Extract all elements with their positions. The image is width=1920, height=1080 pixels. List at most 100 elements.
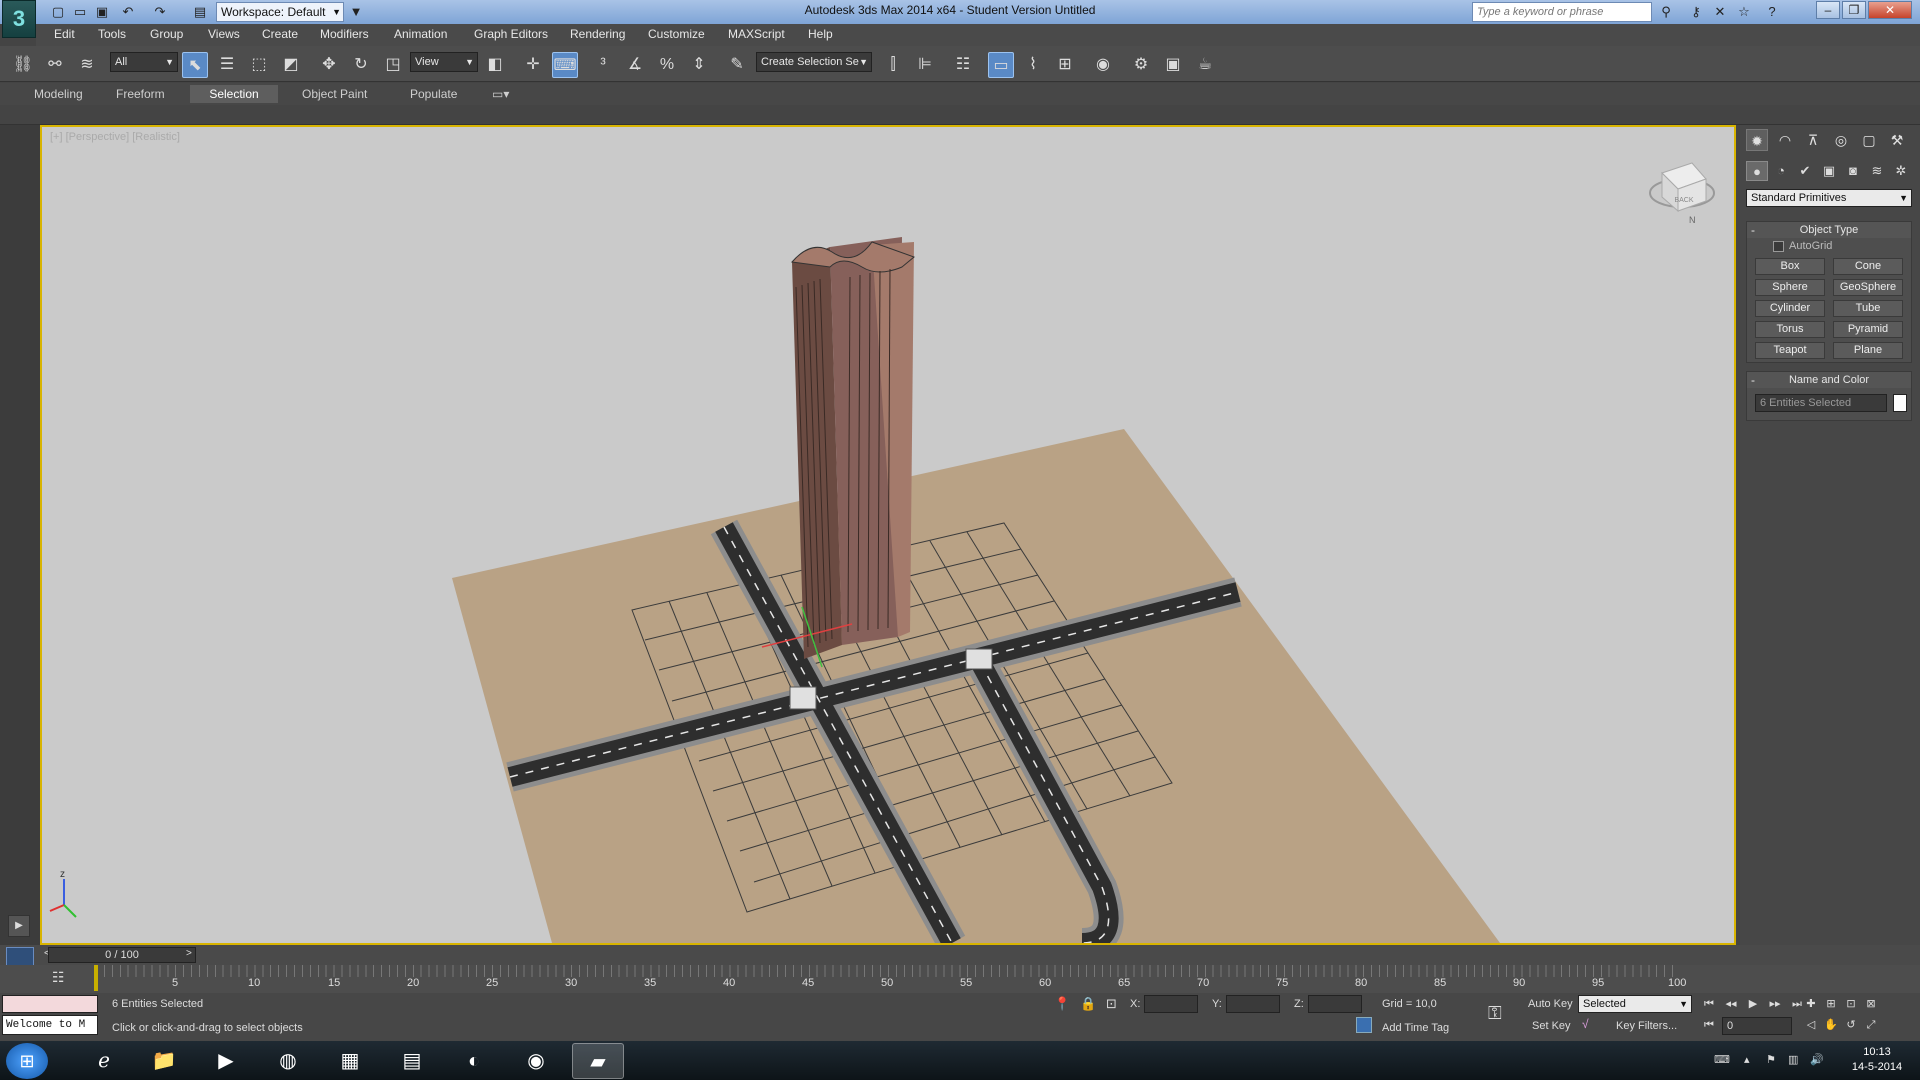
pan-view-icon[interactable]: ✋	[1822, 1017, 1840, 1033]
time-tag-icon[interactable]	[1356, 1017, 1372, 1033]
spinner-snap-icon[interactable]: ⇕	[686, 52, 712, 78]
tab-motion-icon[interactable]: ◎	[1830, 129, 1852, 151]
tab-freeform[interactable]: Freeform	[106, 85, 175, 103]
menu-group[interactable]: Group	[150, 27, 183, 41]
render-setup-icon[interactable]: ⚙	[1128, 52, 1154, 78]
object-type-header[interactable]: - Object Type	[1747, 222, 1911, 238]
key-filters-button[interactable]: Key Filters...	[1616, 1020, 1677, 1032]
box-button[interactable]: Box	[1755, 258, 1825, 275]
x-coordinate-field[interactable]	[1144, 995, 1198, 1013]
menu-edit[interactable]: Edit	[54, 27, 75, 41]
select-manipulate-icon[interactable]: ✛	[520, 52, 546, 78]
network-icon[interactable]: ▥	[1788, 1053, 1798, 1066]
menu-maxscript[interactable]: MAXScript	[728, 27, 785, 41]
edit-named-selection-icon[interactable]: ✎	[724, 52, 750, 78]
redo-icon[interactable]: ↷	[150, 2, 170, 22]
help-icon[interactable]: ?	[1762, 2, 1782, 22]
infocenter-binoculars-icon[interactable]: ⚲	[1656, 2, 1676, 22]
reference-coordinate-dropdown[interactable]: View ▼	[410, 52, 478, 72]
primitive-category-dropdown[interactable]: Standard Primitives ▼	[1746, 189, 1912, 207]
torrent-client-icon[interactable]: ◐	[448, 1043, 500, 1079]
close-button[interactable]: ✕	[1868, 1, 1912, 19]
pivot-center-icon[interactable]: ◧	[482, 52, 508, 78]
layer-manager-icon[interactable]: ☷	[950, 52, 976, 78]
next-frame-icon[interactable]: >	[186, 948, 192, 959]
menu-views[interactable]: Views	[208, 27, 240, 41]
menu-animation[interactable]: Animation	[394, 27, 447, 41]
named-selection-set-dropdown[interactable]: Create Selection Se ▼	[756, 52, 872, 72]
tab-utilities-icon[interactable]: ⚒	[1886, 129, 1908, 151]
mirror-icon[interactable]: ⫿	[880, 52, 906, 78]
open-file-icon[interactable]: ▭	[70, 2, 90, 22]
schematic-view-icon[interactable]: ⊞	[1052, 52, 1078, 78]
default-tangent-icon[interactable]: √	[1582, 1017, 1589, 1031]
tube-button[interactable]: Tube	[1833, 300, 1903, 317]
internet-explorer-icon[interactable]: ℯ	[78, 1043, 130, 1079]
angle-snap-icon[interactable]: ∡	[622, 52, 648, 78]
3ds-max-taskbar-icon[interactable]: ▰	[572, 1043, 624, 1079]
system-clock[interactable]: 10:13 14-5-2014	[1842, 1045, 1912, 1075]
auto-key-button[interactable]: Auto Key	[1528, 998, 1573, 1010]
action-center-flag-icon[interactable]: ⚑	[1766, 1053, 1776, 1066]
tab-object-paint[interactable]: Object Paint	[292, 85, 377, 103]
previous-frame-icon[interactable]: ◂◂	[1722, 996, 1740, 1012]
app-menu-logo-icon[interactable]: 3	[2, 0, 36, 38]
autogrid-checkbox[interactable]: AutoGrid	[1773, 240, 1832, 252]
z-coordinate-field[interactable]	[1308, 995, 1362, 1013]
set-key-button[interactable]: Set Key	[1532, 1020, 1571, 1032]
menu-graph-editors[interactable]: Graph Editors	[474, 27, 548, 41]
add-time-tag-button[interactable]: Add Time Tag	[1382, 1022, 1449, 1034]
key-mode-dropdown[interactable]: Selected ▼	[1578, 995, 1692, 1013]
select-and-rotate-icon[interactable]: ↻	[348, 52, 374, 78]
lights-icon[interactable]: ✔	[1794, 161, 1816, 181]
zoom-icon[interactable]: ✚	[1802, 996, 1820, 1012]
menu-customize[interactable]: Customize	[648, 27, 705, 41]
isolate-selection-icon[interactable]: 📍	[1054, 996, 1070, 1012]
y-coordinate-field[interactable]	[1226, 995, 1280, 1013]
play-icon[interactable]: ▶	[1744, 996, 1762, 1012]
snaps-toggle-icon[interactable]: ³	[590, 52, 616, 78]
orbit-icon[interactable]: ↺	[1842, 1017, 1860, 1033]
key-mode-toggle-icon[interactable]: ⏮	[1700, 1017, 1718, 1033]
workspace-dropdown[interactable]: Workspace: Default ▼	[216, 2, 344, 22]
cone-button[interactable]: Cone	[1833, 258, 1903, 275]
shapes-icon[interactable]: ◔	[1770, 161, 1792, 181]
render-production-icon[interactable]: ☕	[1192, 52, 1218, 78]
zoom-all-icon[interactable]: ⊞	[1822, 996, 1840, 1012]
select-and-link-icon[interactable]: ⛓	[10, 52, 36, 78]
save-file-icon[interactable]: ▣	[92, 2, 112, 22]
select-by-name-icon[interactable]: ☰	[214, 52, 240, 78]
track-bar[interactable]: ☷ 5 10 15 20 25 30 35 40 45 50 55 60 65 …	[0, 965, 1920, 993]
new-file-icon[interactable]: ▢	[48, 2, 68, 22]
tab-selection[interactable]: Selection	[190, 85, 278, 103]
rectangular-selection-icon[interactable]: ⬚	[246, 52, 272, 78]
cylinder-button[interactable]: Cylinder	[1755, 300, 1825, 317]
key-icon[interactable]: ⚷	[1686, 2, 1706, 22]
next-frame-icon[interactable]: ▸▸	[1766, 996, 1784, 1012]
absolute-transform-icon[interactable]: ⊡	[1106, 996, 1117, 1012]
go-to-start-icon[interactable]: ⏮	[1700, 996, 1718, 1012]
material-editor-icon[interactable]: ◉	[1090, 52, 1116, 78]
viewport-layout-toggle-icon[interactable]: ▶	[8, 915, 30, 937]
office-app-icon[interactable]: ▤	[386, 1043, 438, 1079]
name-and-color-header[interactable]: - Name and Color	[1747, 372, 1911, 388]
perspective-viewport[interactable]: [+] [Perspective] [Realistic] z BACK N	[40, 125, 1736, 945]
minimize-button[interactable]: –	[1816, 1, 1840, 19]
quick-access-dropdown-icon[interactable]: ▼	[346, 2, 366, 22]
torus-button[interactable]: Torus	[1755, 321, 1825, 338]
menu-tools[interactable]: Tools	[98, 27, 126, 41]
bind-space-warp-icon[interactable]: ≋	[74, 52, 100, 78]
media-player-icon[interactable]: ▶	[200, 1043, 252, 1079]
zoom-extents-all-icon[interactable]: ⊠	[1862, 996, 1880, 1012]
track-bar-filter-icon[interactable]: ☷	[52, 969, 65, 986]
ribbon-options-icon[interactable]: ▭▾	[482, 85, 519, 103]
tab-hierarchy-icon[interactable]: ⊼	[1802, 129, 1824, 151]
unlink-icon[interactable]: ⚯	[42, 52, 68, 78]
field-of-view-icon[interactable]: ◁	[1802, 1017, 1820, 1033]
menu-modifiers[interactable]: Modifiers	[320, 27, 369, 41]
select-and-scale-icon[interactable]: ◳	[380, 52, 406, 78]
percent-snap-icon[interactable]: %	[654, 52, 680, 78]
align-icon[interactable]: ⊫	[912, 52, 938, 78]
keyboard-shortcut-override-icon[interactable]: ⌨	[552, 52, 578, 78]
menu-help[interactable]: Help	[808, 27, 833, 41]
